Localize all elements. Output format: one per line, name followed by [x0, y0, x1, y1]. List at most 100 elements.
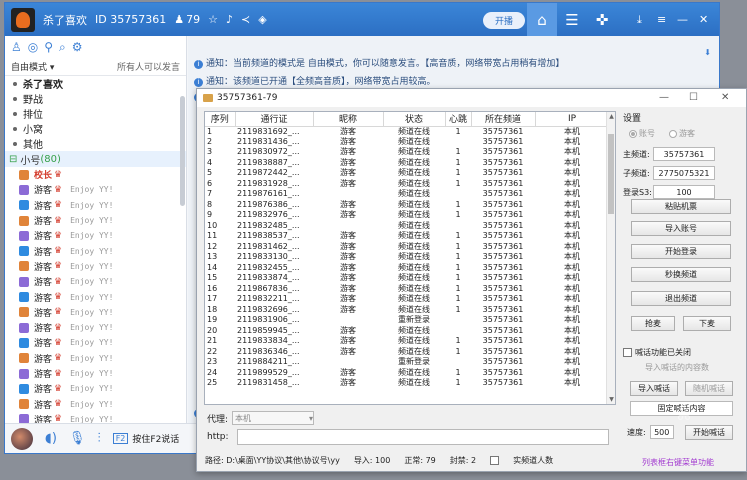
close-icon[interactable]: ✕: [699, 13, 708, 26]
table-row[interactable]: 5 2119872442_... 游客 频道在线 1 35757361 本机: [205, 168, 609, 179]
star-icon[interactable]: ☆: [208, 13, 218, 26]
column-header[interactable]: 心跳: [445, 112, 472, 127]
scroll-down-icon[interactable]: ▼: [607, 395, 615, 404]
microphone-icon[interactable]: 🎙︎: [69, 431, 86, 446]
import-voice-button[interactable]: 导入喊话: [630, 381, 678, 396]
table-row[interactable]: 19 2119831906_... 重新登录 35757361 本机: [205, 315, 609, 326]
quit-channel-button[interactable]: 退出频道: [631, 291, 731, 306]
grab-mic-button[interactable]: 抢麦: [631, 316, 675, 331]
table-row[interactable]: 1 2119831692_... 游客 频道在线 1 35757361 本机: [205, 126, 609, 137]
channel-item[interactable]: 野战: [5, 91, 186, 106]
column-header[interactable]: 通行证: [235, 112, 314, 127]
channel-item[interactable]: 其他: [5, 136, 186, 151]
shield-icon[interactable]: ◈: [258, 13, 266, 26]
close-icon[interactable]: ✕: [721, 92, 729, 103]
left-scrollbar[interactable]: [180, 96, 185, 206]
proxy-select[interactable]: 本机 ▾: [232, 411, 315, 425]
list-item[interactable]: 游客 ♛ Enjoy YY!: [5, 351, 186, 366]
table-row[interactable]: 23 2119884211_... 重新登录 35757361 本机: [205, 357, 609, 368]
mode-selector[interactable]: 自由模式 ▾: [11, 60, 54, 73]
game-icon[interactable]: ✜: [587, 3, 617, 36]
table-row[interactable]: 8 2119876386_... 游客 频道在线 1 35757361 本机: [205, 200, 609, 211]
radio-tourist[interactable]: 游客: [669, 128, 695, 139]
list-item[interactable]: 游客 ♛ Enjoy YY!: [5, 335, 186, 350]
table-row[interactable]: 14 2119832455_... 游客 频道在线 1 35757361 本机: [205, 263, 609, 274]
pin-icon[interactable]: ⚲: [44, 40, 53, 54]
table-row[interactable]: 11 2119838537_... 游客 频道在线 1 35757361 本机: [205, 231, 609, 242]
column-header[interactable]: 昵称: [313, 112, 384, 127]
list-item[interactable]: 游客 ♛ Enjoy YY!: [5, 198, 186, 213]
list-item[interactable]: 游客 ♛ Enjoy YY!: [5, 381, 186, 396]
table-row[interactable]: 25 2119831458_... 游客 频道在线 1 35757361 本机: [205, 378, 609, 389]
main-channel-input[interactable]: 35757361: [653, 147, 715, 161]
table-row[interactable]: 24 2119899529_... 游客 频道在线 1 35757361 本机: [205, 368, 609, 379]
table-row[interactable]: 10 2119832485_... 频道在线 35757361 本机: [205, 221, 609, 232]
table-row[interactable]: 12 2119831462_... 游客 频道在线 1 35757361 本机: [205, 242, 609, 253]
location-icon[interactable]: ◎: [28, 40, 38, 54]
list-item[interactable]: 游客 ♛ Enjoy YY!: [5, 289, 186, 304]
paste-ticket-button[interactable]: 粘贴机票: [631, 199, 731, 214]
table-row[interactable]: 22 2119836346_... 游客 频道在线 1 35757361 本机: [205, 347, 609, 358]
minimize-icon[interactable]: —: [659, 92, 669, 103]
table-row[interactable]: 20 2119859945_... 游客 频道在线 35757361 本机: [205, 326, 609, 337]
checkbox-box[interactable]: [623, 348, 632, 357]
list-item[interactable]: 游客 ♛ Enjoy YY!: [5, 228, 186, 243]
sub-channel-input[interactable]: 2775075321: [653, 166, 715, 180]
start-login-button[interactable]: 开始登录: [631, 244, 731, 259]
equalizer-icon[interactable]: ⫶: [97, 431, 100, 446]
voice-toggle[interactable]: 喊话功能已关闭: [623, 347, 691, 358]
search-icon[interactable]: ⌕: [59, 40, 66, 55]
bell-icon[interactable]: ♪: [226, 13, 233, 26]
table-row[interactable]: 21 2119833834_... 游客 频道在线 1 35757361 本机: [205, 336, 609, 347]
small-channel[interactable]: ⊟ 小号 (80): [5, 151, 186, 167]
list-item[interactable]: 游客 ♛ Enjoy YY!: [5, 274, 186, 289]
list-item[interactable]: 游客 ♛ Enjoy YY!: [5, 259, 186, 274]
avatar[interactable]: [11, 427, 33, 450]
checkbox-box[interactable]: [490, 456, 500, 465]
account-table[interactable]: 序列 通行证 昵称 状态 心跳 所在频道 IP 1 2119831692_... 游客 频道在线 1…: [204, 111, 616, 405]
channel-logo[interactable]: [11, 7, 35, 32]
column-header[interactable]: 所在频道: [471, 112, 536, 127]
channel-item[interactable]: 杀了喜欢: [5, 76, 186, 91]
list-item[interactable]: 游客 ♛ Enjoy YY!: [5, 366, 186, 381]
table-row[interactable]: 4 2119838887_... 游客 频道在线 1 35757361 本机: [205, 158, 609, 169]
list-item[interactable]: 游客 ♛ Enjoy YY!: [5, 213, 186, 228]
column-header[interactable]: IP: [535, 112, 610, 127]
list-item[interactable]: 校长 ♛: [5, 167, 186, 182]
list-icon[interactable]: ☰: [557, 3, 587, 36]
list-item[interactable]: 游客 ♛ Enjoy YY!: [5, 396, 186, 411]
switch-channel-button[interactable]: 秒换频道: [631, 267, 731, 282]
column-header[interactable]: 序列: [205, 112, 236, 127]
table-scrollbar[interactable]: ▲ ▼: [606, 112, 615, 404]
column-header[interactable]: 状态: [383, 112, 446, 127]
collapse-icon[interactable]: ⊟: [9, 154, 17, 165]
open-live-button[interactable]: 开播: [483, 12, 525, 29]
scroll-thumb[interactable]: [608, 134, 614, 214]
scroll-down-icon[interactable]: ⬇: [704, 48, 711, 57]
scroll-up-icon[interactable]: ▲: [607, 112, 615, 121]
random-voice-button[interactable]: 随机喊话: [685, 381, 733, 396]
list-item[interactable]: 游客 ♛ Enjoy YY!: [5, 320, 186, 335]
settings-icon[interactable]: ⚙: [72, 40, 83, 54]
channel-count-checkbox[interactable]: 实频道人数: [490, 455, 567, 466]
table-row[interactable]: 18 2119832696_... 游客 频道在线 1 35757361 本机: [205, 305, 609, 316]
table-row[interactable]: 7 2119876161_... 频道在线 35757361 本机: [205, 189, 609, 200]
list-item[interactable]: 游客 ♛ Enjoy YY!: [5, 305, 186, 320]
minimize-icon[interactable]: —: [677, 13, 688, 26]
table-row[interactable]: 15 2119833874_... 游客 频道在线 1 35757361 本机: [205, 273, 609, 284]
speaker-icon[interactable]: ◖): [45, 431, 57, 446]
speed-input[interactable]: 500: [649, 425, 674, 439]
table-row[interactable]: 13 2119833130_... 游客 频道在线 1 35757361 本机: [205, 252, 609, 263]
download-icon[interactable]: ⤓: [637, 13, 642, 27]
login-count-input[interactable]: 100: [653, 185, 715, 199]
table-row[interactable]: 6 2119831928_... 游客 频道在线 1 35757361 本机: [205, 179, 609, 190]
home-icon[interactable]: ⌂: [527, 3, 557, 36]
import-account-button[interactable]: 导入账号: [631, 221, 731, 236]
http-input[interactable]: [236, 429, 609, 445]
share-icon[interactable]: ≺: [241, 13, 250, 26]
radio-account[interactable]: 账号: [629, 128, 655, 139]
menu-icon[interactable]: ≡: [657, 13, 666, 26]
table-row[interactable]: 2 2119831436_... 游客 频道在线 35757361 本机: [205, 137, 609, 148]
channel-item[interactable]: 排位: [5, 106, 186, 121]
table-row[interactable]: 3 2119830972_... 游客 频道在线 1 35757361 本机: [205, 147, 609, 158]
